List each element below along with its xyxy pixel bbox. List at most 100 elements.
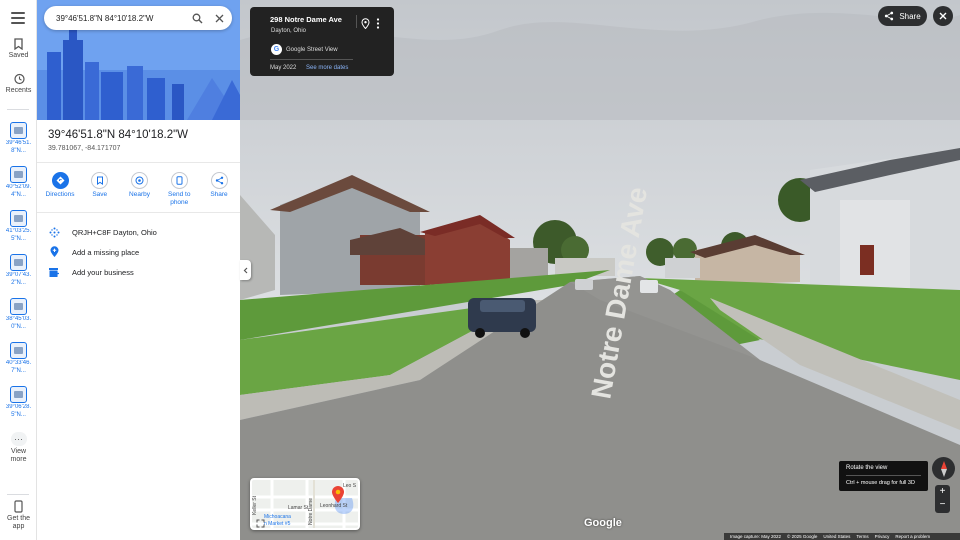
recent-item-label: 39°07'43. 2"N... [5, 272, 32, 286]
saved-button[interactable]: Saved [0, 38, 37, 60]
compass-icon [940, 460, 947, 477]
footer-text: Image capture: May 2022 [730, 534, 782, 539]
share-label: Share [210, 191, 228, 198]
google-g-icon: G [271, 44, 282, 55]
street-view-share-button[interactable]: Share [878, 6, 927, 26]
divider [37, 162, 240, 163]
info-list: QRJH+C8F Dayton, Ohio Add a missing plac… [47, 222, 157, 282]
street-view-pegman-icon [332, 486, 344, 503]
address-city: Dayton, Ohio [271, 28, 307, 34]
recents-label: Recents [5, 87, 32, 94]
rotate-tooltip: Rotate the view Ctrl + mouse drag for fu… [839, 461, 928, 491]
recent-item[interactable]: 40°52'09. 4"N... [3, 166, 34, 199]
directions-button[interactable]: Directions [42, 172, 78, 207]
rotate-title: Rotate the view [846, 465, 888, 471]
street-view-panorama: Notre Dame Ave [240, 0, 960, 540]
recent-item-label: 39°46'51. 8"N... [5, 140, 32, 154]
recent-item[interactable]: 39°46'51. 8"N... [3, 122, 34, 155]
divider [37, 212, 240, 213]
rail-divider [7, 109, 29, 110]
send-to-phone-button[interactable]: Send to phone [161, 172, 197, 207]
close-icon [939, 12, 947, 20]
recent-item[interactable]: 41°03'25. 5"N... [3, 210, 34, 243]
plus-code-text: QRJH+C8F Dayton, Ohio [72, 227, 157, 237]
plus-code-row[interactable]: QRJH+C8F Dayton, Ohio [47, 222, 157, 242]
add-place-icon [47, 245, 61, 259]
rail-divider [7, 494, 29, 495]
street-view-thumbnail-icon [10, 386, 27, 403]
rotate-hint: Ctrl + mouse drag for full 3D [846, 480, 915, 486]
place-title: 39°46'51.8"N 84°10'18.2"W [48, 129, 189, 141]
recent-item[interactable]: 39°06'28. 5"N... [3, 386, 34, 419]
nearby-button[interactable]: Nearby [122, 172, 158, 207]
street-view-thumbnail-icon [10, 254, 27, 271]
source-label: Google Street View [286, 46, 338, 53]
place-coords: 39.781067, -84.171707 [48, 145, 121, 152]
directions-label: Directions [45, 191, 75, 198]
business-icon [47, 265, 61, 279]
google-logo: Google [584, 517, 622, 529]
saved-label: Saved [8, 52, 29, 59]
minimap-label: Notre Dame [308, 498, 314, 525]
footer-link[interactable]: Report a problem [895, 534, 930, 539]
menu-icon[interactable] [11, 12, 25, 24]
add-business-text: Add your business [72, 267, 134, 277]
recent-item[interactable]: 40°33'46. 7"N... [3, 342, 34, 375]
chevron-left-icon [243, 267, 248, 273]
footer-link[interactable]: United States [823, 534, 850, 539]
recent-item-label: 38°45'03. 0"N... [5, 316, 32, 330]
minimap-label: n Market #5 [264, 521, 291, 527]
street-view-source: G Google Street View [271, 44, 338, 55]
nearby-icon [131, 172, 148, 189]
footer-link[interactable]: Privacy [875, 534, 890, 539]
save-label: Save [92, 191, 108, 198]
left-rail: Saved Recents 39°46'51. 8"N... 40°52'09. … [0, 0, 37, 540]
expand-icon[interactable] [256, 519, 265, 528]
attribution-bar: Image capture: May 2022 © 2025 Google Un… [724, 533, 960, 540]
recent-item-label: 40°52'09. 4"N... [5, 184, 32, 198]
maps-window: Saved Recents 39°46'51. 8"N... 40°52'09. … [0, 0, 960, 540]
recent-item[interactable]: 38°45'03. 0"N... [3, 298, 34, 331]
pin-icon[interactable] [361, 16, 370, 34]
share-icon [210, 172, 228, 189]
share-button[interactable]: Share [201, 172, 237, 207]
phone-icon [170, 172, 188, 189]
add-business-row[interactable]: Add your business [47, 262, 157, 282]
more-options-icon[interactable] [376, 16, 380, 34]
search-input[interactable]: 39°46'51.8"N 84°10'18.2"W [56, 14, 188, 23]
address-title: 298 Notre Dame Ave [270, 15, 342, 24]
get-app-button[interactable]: Get the app [0, 500, 37, 531]
share-icon [885, 11, 894, 21]
zoom-in-button[interactable]: + [935, 485, 950, 498]
close-icon[interactable] [210, 9, 228, 27]
history-icon [13, 73, 25, 85]
collapse-panel-button[interactable] [240, 260, 251, 280]
footer-link[interactable]: Terms [856, 534, 868, 539]
recent-item[interactable]: 39°07'43. 2"N... [3, 254, 34, 287]
add-missing-place-row[interactable]: Add a missing place [47, 242, 157, 262]
place-panel: 39°46'51.8"N 84°10'18.2"W 39°46'51.8"N 8… [37, 0, 240, 540]
save-button[interactable]: Save [82, 172, 118, 207]
divider [356, 15, 357, 28]
see-more-dates-link[interactable]: See more dates [306, 65, 348, 71]
recents-button[interactable]: Recents [0, 73, 37, 95]
share-label: Share [899, 11, 921, 21]
zoom-out-button[interactable]: − [935, 498, 950, 511]
street-view-thumbnail-icon [10, 210, 27, 227]
street-view[interactable]: Notre Dame Ave [240, 0, 960, 540]
bookmark-icon [91, 172, 109, 189]
close-street-view-button[interactable] [933, 6, 953, 26]
location-card: 298 Notre Dame Ave Dayton, Ohio G Google… [250, 7, 394, 76]
compass-button[interactable] [932, 457, 955, 480]
bookmark-icon [14, 38, 23, 50]
send-to-phone-label: Send to phone [168, 191, 191, 206]
recent-item-label: 41°03'25. 5"N... [5, 228, 32, 242]
phone-icon [14, 500, 23, 513]
view-more-button[interactable]: ··· View more [0, 432, 37, 464]
more-icon: ··· [10, 432, 27, 446]
search-box[interactable]: 39°46'51.8"N 84°10'18.2"W [44, 6, 232, 30]
minimap-label: Keller St [252, 496, 258, 515]
minimap[interactable]: Leo S Lamar St Michoacana Leonhard St n … [250, 478, 360, 530]
minimap-label: Lamar St [288, 505, 309, 511]
search-icon[interactable] [188, 9, 206, 27]
